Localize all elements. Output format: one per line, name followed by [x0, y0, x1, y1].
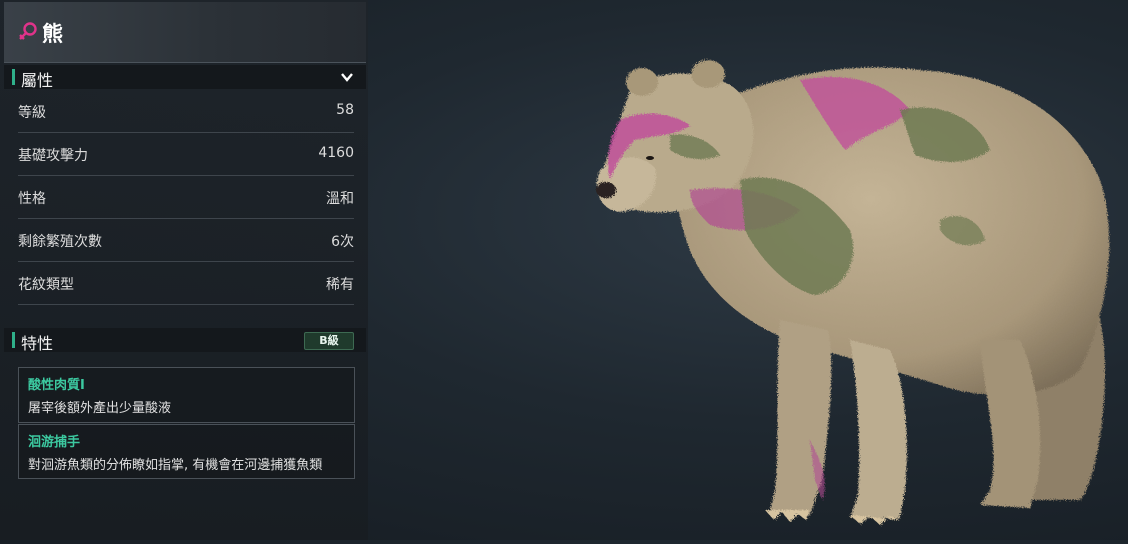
attr-value: 4160 [318, 145, 354, 161]
attr-row-level: 等級 58 [18, 89, 354, 133]
attr-row-breeding-left: 剩餘繁殖次數 6次 [18, 218, 354, 262]
trait-desc: 對洄游魚類的分佈瞭如指掌, 有機會在河邊捕獲魚類 [28, 458, 323, 473]
attr-label: 剩餘繁殖次數 [18, 234, 102, 250]
chevron-down-icon[interactable] [340, 70, 354, 84]
title-bar: 熊 [4, 2, 366, 63]
bear-eye [646, 156, 654, 160]
traits-header: 特性 B級 [4, 328, 366, 353]
attr-label: 等級 [18, 105, 46, 121]
bear-model-view[interactable] [560, 40, 1128, 540]
attr-label: 基礎攻擊力 [18, 148, 88, 164]
attr-label: 花紋類型 [18, 277, 74, 293]
creature-name: 熊 [42, 22, 63, 46]
attr-value: 58 [336, 102, 354, 118]
bear-illustration [596, 60, 1110, 525]
section-accent [12, 332, 15, 348]
attr-row-temperament: 性格 溫和 [18, 175, 354, 219]
trait-name: 洄游捕手 [28, 435, 81, 450]
attr-row-pattern-type: 花紋類型 稀有 [18, 261, 354, 305]
attr-value: 稀有 [326, 277, 354, 293]
creature-info-panel: 熊 屬性 等級 58 基礎攻擊力 4160 性格 溫和 剩餘繁殖次數 6次 花紋… [0, 0, 368, 540]
attr-label: 性格 [18, 191, 46, 207]
attr-row-base-attack: 基礎攻擊力 4160 [18, 132, 354, 176]
trait-desc: 屠宰後額外產出少量酸液 [28, 401, 172, 416]
traits-title: 特性 [21, 334, 54, 353]
bear-body [596, 60, 1110, 525]
section-accent [12, 69, 15, 85]
attributes-header[interactable]: 屬性 [4, 65, 366, 90]
trait-name: 酸性肉質I [28, 378, 85, 393]
trait-card[interactable]: 洄游捕手 對洄游魚類的分佈瞭如指掌, 有機會在河邊捕獲魚類 [18, 424, 355, 479]
female-symbol-icon [19, 22, 37, 40]
grade-badge: B級 [304, 332, 354, 350]
attr-value: 溫和 [326, 191, 354, 207]
trait-card[interactable]: 酸性肉質I 屠宰後額外產出少量酸液 [18, 367, 355, 423]
attributes-title: 屬性 [21, 71, 54, 90]
attr-value: 6次 [331, 234, 354, 250]
